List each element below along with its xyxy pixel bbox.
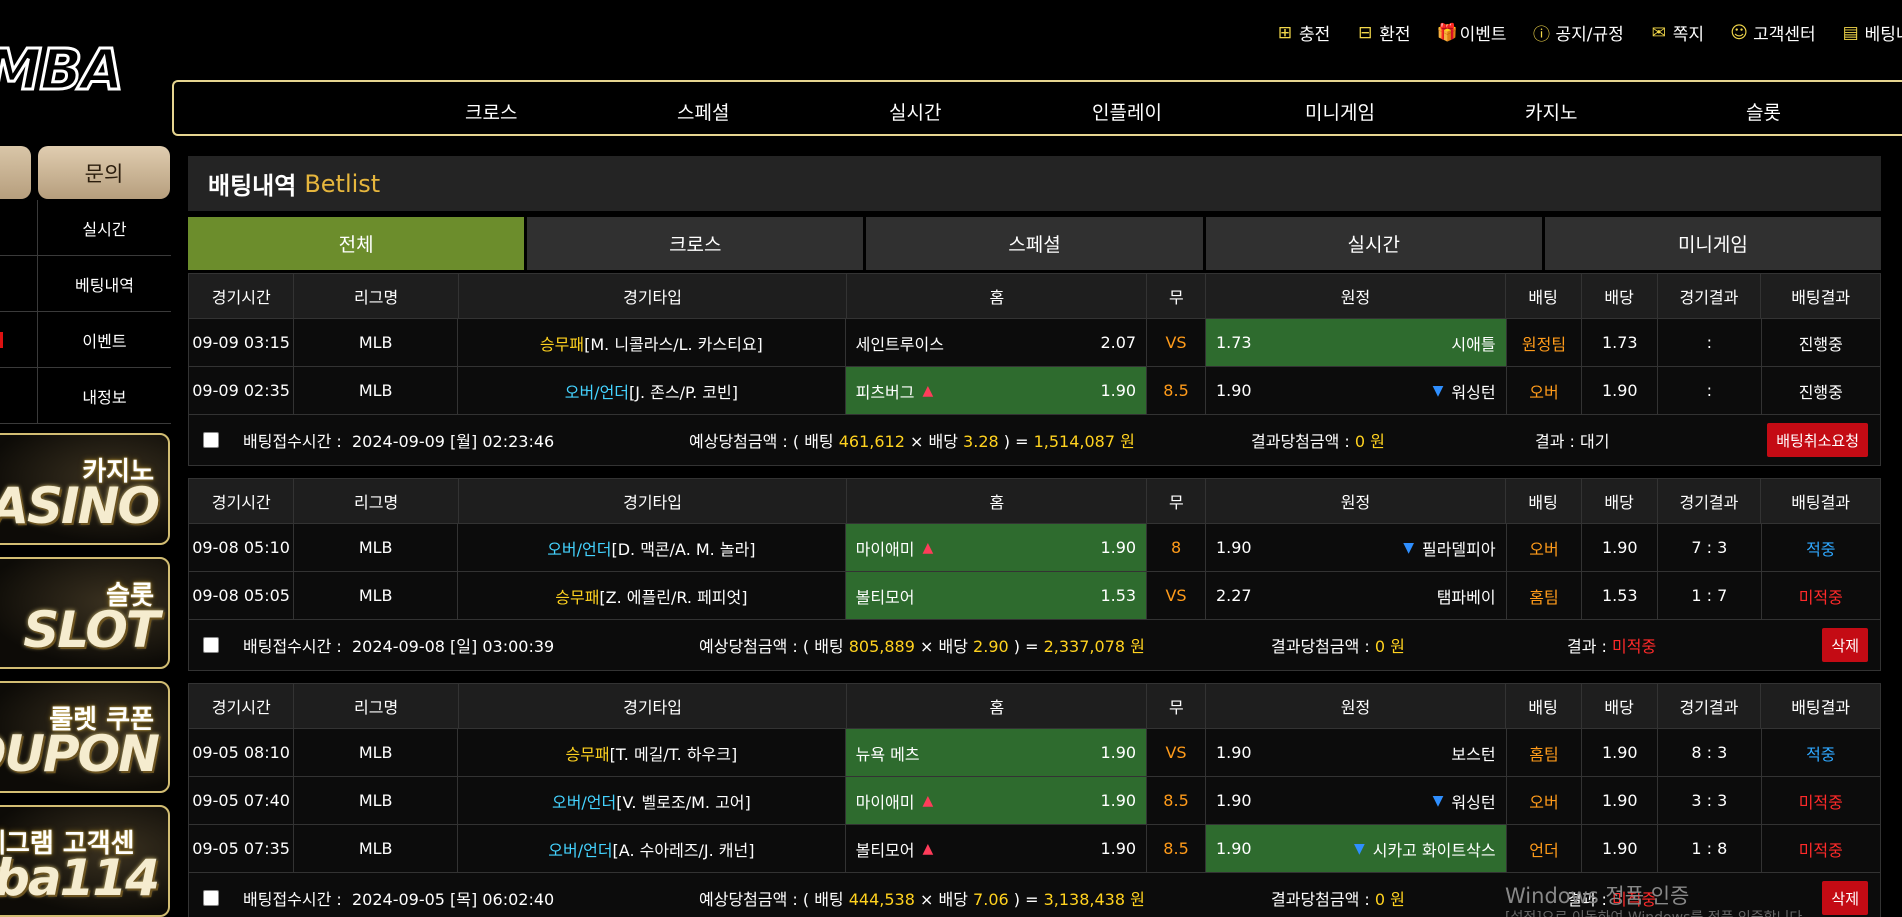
bet-slip: 경기시간 리그명 경기타입 홈 무 원정 배팅 배당 경기결과 배팅결과 09-09 03:15 … <box>188 273 1881 466</box>
home-team: 볼티모어 ▲ 1.90 <box>846 825 1148 872</box>
top-link-notice[interactable]: ⓘ 공지/규정 <box>1532 20 1624 45</box>
arrow-down-icon: ▼ <box>1403 539 1414 556</box>
top-link-betlist[interactable]: ▤베팅내 <box>1842 20 1902 46</box>
tab-minigame[interactable]: 미니게임 <box>1544 217 1882 270</box>
tab-special[interactable]: 스페셜 <box>866 217 1203 270</box>
plus-square-icon: ⊞ <box>1277 22 1293 43</box>
arrow-up-icon: ▲ <box>922 539 934 556</box>
cancel-bet-button[interactable]: 배팅취소요청 <box>1767 423 1868 457</box>
status-badge: 미적중 <box>1798 587 1843 607</box>
top-link-withdraw[interactable]: ⊟ 환전 <box>1356 20 1410 46</box>
arrow-down-icon: ▼ <box>1432 382 1444 399</box>
bet-slip: 경기시간 리그명 경기타입 홈 무 원정 배팅 배당 경기결과 배팅결과 09-08 05:10 … <box>188 478 1881 671</box>
table-header: 경기시간 리그명 경기타입 홈 무 원정 배팅 배당 경기결과 배팅결과 <box>189 274 1880 319</box>
status-badge: 미적중 <box>1798 840 1843 860</box>
arrow-up-icon: ▲ <box>922 840 934 857</box>
arrow-down-icon: ▼ <box>1353 840 1365 857</box>
away-team: 1.90 보스턴 <box>1206 729 1507 776</box>
arrow-up-icon: ▲ <box>922 382 934 399</box>
delete-button[interactable]: 삭제 <box>1822 881 1868 915</box>
select-checkbox[interactable] <box>203 637 219 653</box>
bet-tabs: 전체 크로스 스페셜 실시간 미니게임 <box>188 217 1882 270</box>
table-row: 09-09 03:15 MLB 승무패 [M. 니콜라스/L. 카스티요] 세인트… <box>189 319 1880 367</box>
nav-casino[interactable]: 카지노 <box>1525 98 1577 125</box>
sidebar-item-myinfo[interactable]: 내정보 <box>38 368 171 423</box>
top-link-support[interactable]: ☺ 고객센터 <box>1730 20 1815 46</box>
top-links: ⊞충전 ⊟환전 🎁이벤트 ⓘ공지/규정 ✉쪽지 ☺고객센터 ▤베팅내 <box>1276 20 1902 46</box>
away-team: 1.90 ▼ 워싱턴 <box>1206 777 1507 824</box>
minus-square-icon: ⊟ <box>1358 22 1373 43</box>
banner-coupon[interactable]: 룰렛 쿠폰OUPON <box>0 681 170 793</box>
sidebar-tab-inquiry[interactable]: 문의 <box>38 146 170 199</box>
sidebar-menu: 실시간 베팅내역 이벤트 내정보 <box>0 200 171 424</box>
table-row: 09-05 07:40 MLB 오버/언더 [V. 벨로조/M. 고어] 마이애미… <box>189 777 1880 825</box>
banner-telegram[interactable]: 레그램 고객센터@mba114 <box>0 805 170 917</box>
home-team: 볼티모어 1.53 <box>845 572 1148 619</box>
notice-icon: ⓘ <box>1532 25 1550 45</box>
sidebar-tab-hidden[interactable] <box>0 146 31 199</box>
away-team: 1.90 ▼ 필라델피아 <box>1206 524 1507 571</box>
tab-cross[interactable]: 크로스 <box>527 217 864 270</box>
windows-activation-subtext: [설정]으로 이동하여 Windows를 정품 인증합니다. <box>1505 907 1807 917</box>
top-link-charge[interactable]: ⊞ 충전 <box>1276 20 1330 46</box>
bet-summary: 배팅접수시간 : 2024-09-09 [월] 02:23:46 예상당첨금액 … <box>189 415 1880 465</box>
betlist-icon: ▤ <box>1842 22 1859 43</box>
nav-cross[interactable]: 크로스 <box>465 98 517 125</box>
status-badge: 진행중 <box>1798 334 1843 354</box>
nav-special[interactable]: 스페셜 <box>677 98 729 125</box>
away-team: 1.90 ▼ 시카고 화이트삭스 <box>1205 825 1507 872</box>
arrow-up-icon: ▲ <box>922 792 934 809</box>
table-header: 경기시간 리그명 경기타입 홈 무 원정 배팅 배당 경기결과 배팅결과 <box>189 479 1880 524</box>
sidebar-item-event[interactable]: 이벤트 <box>38 312 171 367</box>
tab-all[interactable]: 전체 <box>188 217 525 270</box>
away-team: 2.27 탬파베이 <box>1206 572 1507 619</box>
home-team: 피츠버그 ▲ 1.90 <box>845 367 1148 414</box>
sidebar-item-live[interactable]: 실시간 <box>38 200 171 255</box>
away-team: 1.73 시애틀 <box>1205 319 1507 366</box>
home-team: 뉴욕 메츠 1.90 <box>845 729 1148 776</box>
table-row: 09-08 05:10 MLB 오버/언더 [D. 맥콘/A. M. 놀라] 마이… <box>189 524 1880 572</box>
home-team: 세인트루이스 2.07 <box>846 319 1148 366</box>
top-link-message[interactable]: ✉ 쪽지 <box>1650 20 1704 46</box>
nav-slot[interactable]: 슬롯 <box>1746 98 1781 125</box>
sidebar-item-betlist[interactable]: 베팅내역 <box>38 256 171 311</box>
main-nav: 크로스 스페셜 실시간 인플레이 미니게임 카지노 슬롯 <box>172 80 1902 136</box>
delete-button[interactable]: 삭제 <box>1822 628 1868 662</box>
nav-inplay[interactable]: 인플레이 <box>1092 98 1162 125</box>
gift-icon: 🎁 <box>1436 22 1458 43</box>
banner-casino[interactable]: 카지노 ASINO <box>0 433 170 545</box>
envelope-icon: ✉ <box>1651 22 1666 43</box>
select-checkbox[interactable] <box>203 890 219 906</box>
top-link-event[interactable]: 🎁 이벤트 <box>1436 20 1507 46</box>
windows-activation-watermark: Windows 정품 인증 <box>1505 884 1690 908</box>
table-row: 09-05 08:10 MLB 승무패 [T. 메길/T. 하우크] 뉴욕 메츠 1… <box>189 729 1880 777</box>
banner-slot[interactable]: 슬롯 SLOT <box>0 557 170 669</box>
home-team: 마이애미 ▲ 1.90 <box>845 524 1148 571</box>
nav-live[interactable]: 실시간 <box>889 98 941 125</box>
betlist-panel: 배팅내역 Betlist 전체 크로스 스페셜 실시간 미니게임 경기시간 리그명 경… <box>188 156 1882 917</box>
table-header: 경기시간 리그명 경기타입 홈 무 원정 배팅 배당 경기결과 배팅결과 <box>189 684 1880 729</box>
bet-summary: 배팅접수시간 : 2024-09-08 [일] 03:00:39 예상당첨금액 … <box>189 620 1880 670</box>
home-team: 마이애미 ▲ 1.90 <box>845 777 1148 824</box>
tab-live[interactable]: 실시간 <box>1205 217 1542 270</box>
site-logo[interactable]: MBA <box>0 38 130 98</box>
status-badge: 진행중 <box>1798 382 1843 402</box>
table-row: 09-08 05:05 MLB 승무패 [Z. 에플린/R. 페피엇] 볼티모어 1… <box>189 572 1880 620</box>
page-title: 배팅내역 Betlist <box>188 156 1881 211</box>
arrow-down-icon: ▼ <box>1432 792 1444 809</box>
away-team: 1.90 ▼ 워싱턴 <box>1206 367 1507 414</box>
table-row: 09-05 07:35 MLB 오버/언더 [A. 수아레즈/J. 캐넌] 볼티모… <box>189 825 1880 873</box>
support-icon: ☺ <box>1730 22 1748 43</box>
select-checkbox[interactable] <box>203 432 219 448</box>
nav-minigame[interactable]: 미니게임 <box>1305 98 1375 125</box>
status-badge: 적중 <box>1806 539 1836 559</box>
table-row: 09-09 02:35 MLB 오버/언더 [J. 존스/P. 코빈] 피츠버그 ▲… <box>189 367 1880 415</box>
status-badge: 적중 <box>1806 744 1836 764</box>
status-badge: 미적중 <box>1798 792 1843 812</box>
